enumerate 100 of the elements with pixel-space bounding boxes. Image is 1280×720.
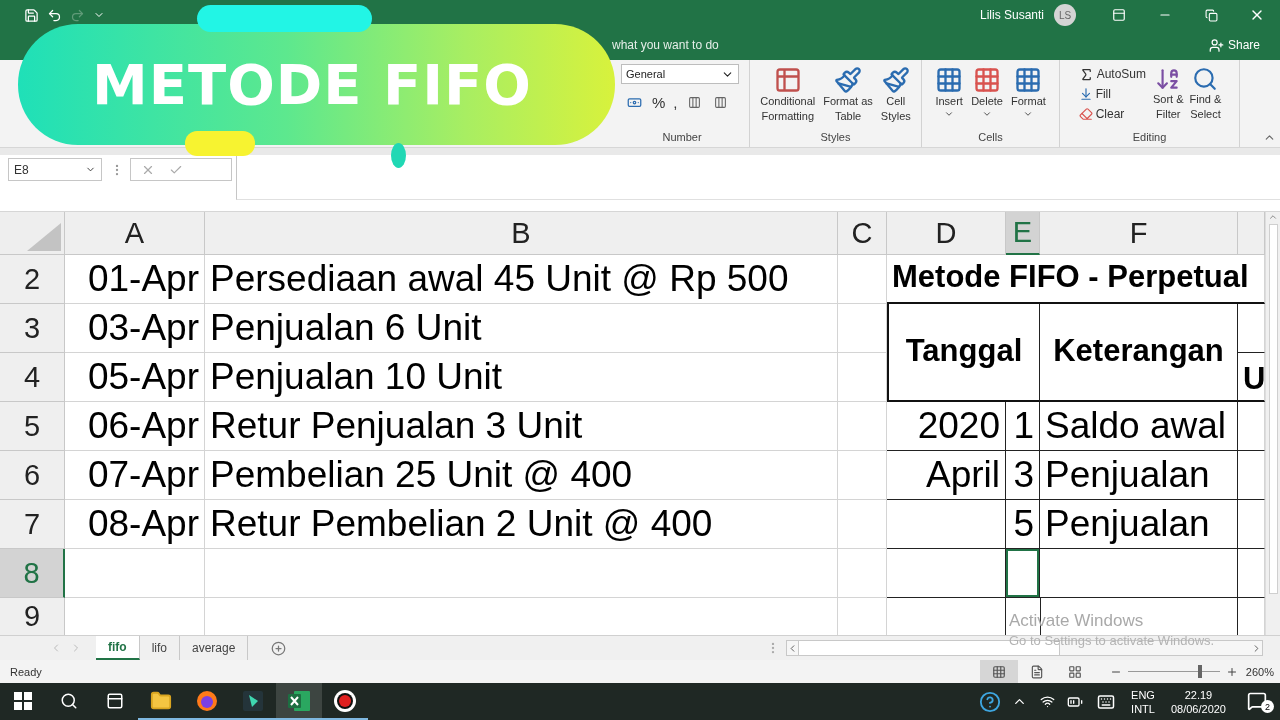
- sheet-tab[interactable]: fifo: [96, 636, 140, 660]
- table-cell: Persediaan awal 45 Unit @ Rp 500: [205, 255, 838, 304]
- message-icon: [1247, 690, 1267, 711]
- cells-button[interactable]: Delete: [969, 64, 1005, 131]
- table-cell: 06-Apr: [65, 402, 205, 451]
- row-header[interactable]: 7: [0, 500, 65, 549]
- group-label: Cells: [977, 131, 1004, 145]
- name-box[interactable]: E8: [8, 158, 102, 181]
- styles-button[interactable]: Conditional Formatting: [758, 64, 818, 131]
- window-icon: [1112, 8, 1126, 22]
- grid-icon: [973, 66, 1002, 94]
- undo-icon: [47, 7, 62, 23]
- view-button[interactable]: [979, 660, 1018, 683]
- group-label: Styles: [819, 131, 852, 145]
- empty-cell: [838, 304, 887, 353]
- find-button[interactable]: Find & Select: [1187, 64, 1224, 131]
- page-icon: [1029, 664, 1044, 679]
- group-label: Number: [661, 131, 703, 145]
- column-header[interactable]: C: [838, 212, 887, 255]
- language-indicator[interactable]: ENG INTL: [1131, 687, 1155, 716]
- help-icon: [979, 690, 1002, 713]
- row-header[interactable]: 3: [0, 304, 65, 353]
- row-header[interactable]: 6: [0, 451, 65, 500]
- row-header[interactable]: 5: [0, 402, 65, 451]
- row-header[interactable]: 8: [0, 549, 65, 598]
- person-plus-icon: [1208, 37, 1224, 53]
- zoom-thumb[interactable]: [1197, 665, 1202, 678]
- styles-button[interactable]: Format as Table: [821, 64, 875, 131]
- cells-button[interactable]: Format: [1008, 64, 1048, 131]
- user-avatar[interactable]: LS: [1054, 4, 1076, 26]
- status-text: Ready: [10, 665, 42, 678]
- number-style-button[interactable]: ,: [670, 92, 681, 112]
- empty-cell: [838, 353, 887, 402]
- table-cell: Pembelian 25 Unit @ 400: [205, 451, 838, 500]
- selected-cell[interactable]: [1006, 549, 1040, 598]
- scroll-up-icon: [1268, 212, 1278, 222]
- styles-button[interactable]: Cell Styles: [878, 64, 913, 131]
- plus-icon: [1225, 665, 1238, 678]
- triangle-icon: [27, 223, 61, 251]
- caret-icon: [1023, 109, 1034, 119]
- notifications-button[interactable]: 2: [1234, 683, 1280, 720]
- windows-logo-icon: [14, 691, 32, 710]
- activation-notice-text: Go to Settings to activate Windows.: [1009, 632, 1215, 650]
- column-header[interactable]: A: [65, 212, 205, 255]
- notification-count: 2: [1261, 700, 1274, 713]
- column-header[interactable]: D: [887, 212, 1006, 255]
- number-format-dropdown[interactable]: General: [621, 64, 739, 84]
- table-cell: 3: [1006, 451, 1040, 500]
- share-button[interactable]: Share: [1202, 36, 1266, 54]
- empty-cell: [838, 549, 887, 598]
- table-cell: Penjualan 6 Unit: [205, 304, 838, 353]
- sort-button[interactable]: Sort & Filter: [1151, 64, 1186, 131]
- table-cell: 01-Apr: [65, 255, 205, 304]
- tell-me-field[interactable]: what you want to do: [612, 38, 719, 52]
- redo-icon: [70, 7, 85, 23]
- table-cell: 5: [1006, 500, 1040, 549]
- table-cell: Tanggal: [887, 304, 1040, 402]
- plus-icon: [270, 640, 286, 656]
- grid-icon: [935, 66, 964, 94]
- restore-icon: [1204, 8, 1218, 22]
- keyboard-icon: [1097, 692, 1116, 711]
- row-header[interactable]: 9: [0, 598, 65, 635]
- autosum-button[interactable]: AutoSum: [1075, 64, 1149, 84]
- formula-input[interactable]: [236, 155, 1280, 200]
- row-header[interactable]: 2: [0, 255, 65, 304]
- empty-cell: [838, 451, 887, 500]
- search-icon: [60, 691, 78, 710]
- caret-icon: [982, 109, 993, 119]
- column-header[interactable]: F: [1040, 212, 1238, 255]
- vertical-scrollbar[interactable]: [1265, 212, 1280, 635]
- empty-cell: [838, 500, 887, 549]
- table-cell: 08-Apr: [65, 500, 205, 549]
- clock[interactable]: 22.19 08/06/2020: [1170, 687, 1226, 716]
- spreadsheet-app-icon: [287, 689, 311, 712]
- table-cell: Penjualan 10 Unit: [205, 353, 838, 402]
- column-header[interactable]: B: [205, 212, 838, 255]
- fill-button[interactable]: Fill: [1075, 84, 1149, 104]
- cells-button[interactable]: Insert: [933, 64, 966, 131]
- search-icon: [1192, 66, 1219, 92]
- browser-icon: [196, 689, 218, 712]
- column-header[interactable]: E: [1006, 212, 1040, 255]
- number-style-button[interactable]: %: [649, 92, 669, 112]
- table-cell: 2020: [887, 402, 1006, 451]
- zoom-level[interactable]: 260%: [1245, 665, 1274, 678]
- decoration-shape: [185, 131, 255, 156]
- grid-icon: [1014, 66, 1043, 94]
- table-cell: Penjualan: [1040, 451, 1238, 500]
- caret-icon: [944, 109, 955, 119]
- banner-title: METODE FIFO: [92, 52, 532, 117]
- folder-icon: [150, 689, 172, 712]
- table-cell: 05-Apr: [65, 353, 205, 402]
- clear-button[interactable]: Clear: [1075, 104, 1149, 124]
- record-icon: [333, 688, 357, 713]
- row-header[interactable]: 4: [0, 353, 65, 402]
- table-cell: Penjualan: [1040, 500, 1238, 549]
- table-cell: Keterangan: [1040, 304, 1238, 402]
- taskbar-app[interactable]: [276, 683, 322, 720]
- table-cell: Retur Pembelian 2 Unit @ 400: [205, 500, 838, 549]
- table-cell: 03-Apr: [65, 304, 205, 353]
- table-cell: Retur Penjualan 3 Unit: [205, 402, 838, 451]
